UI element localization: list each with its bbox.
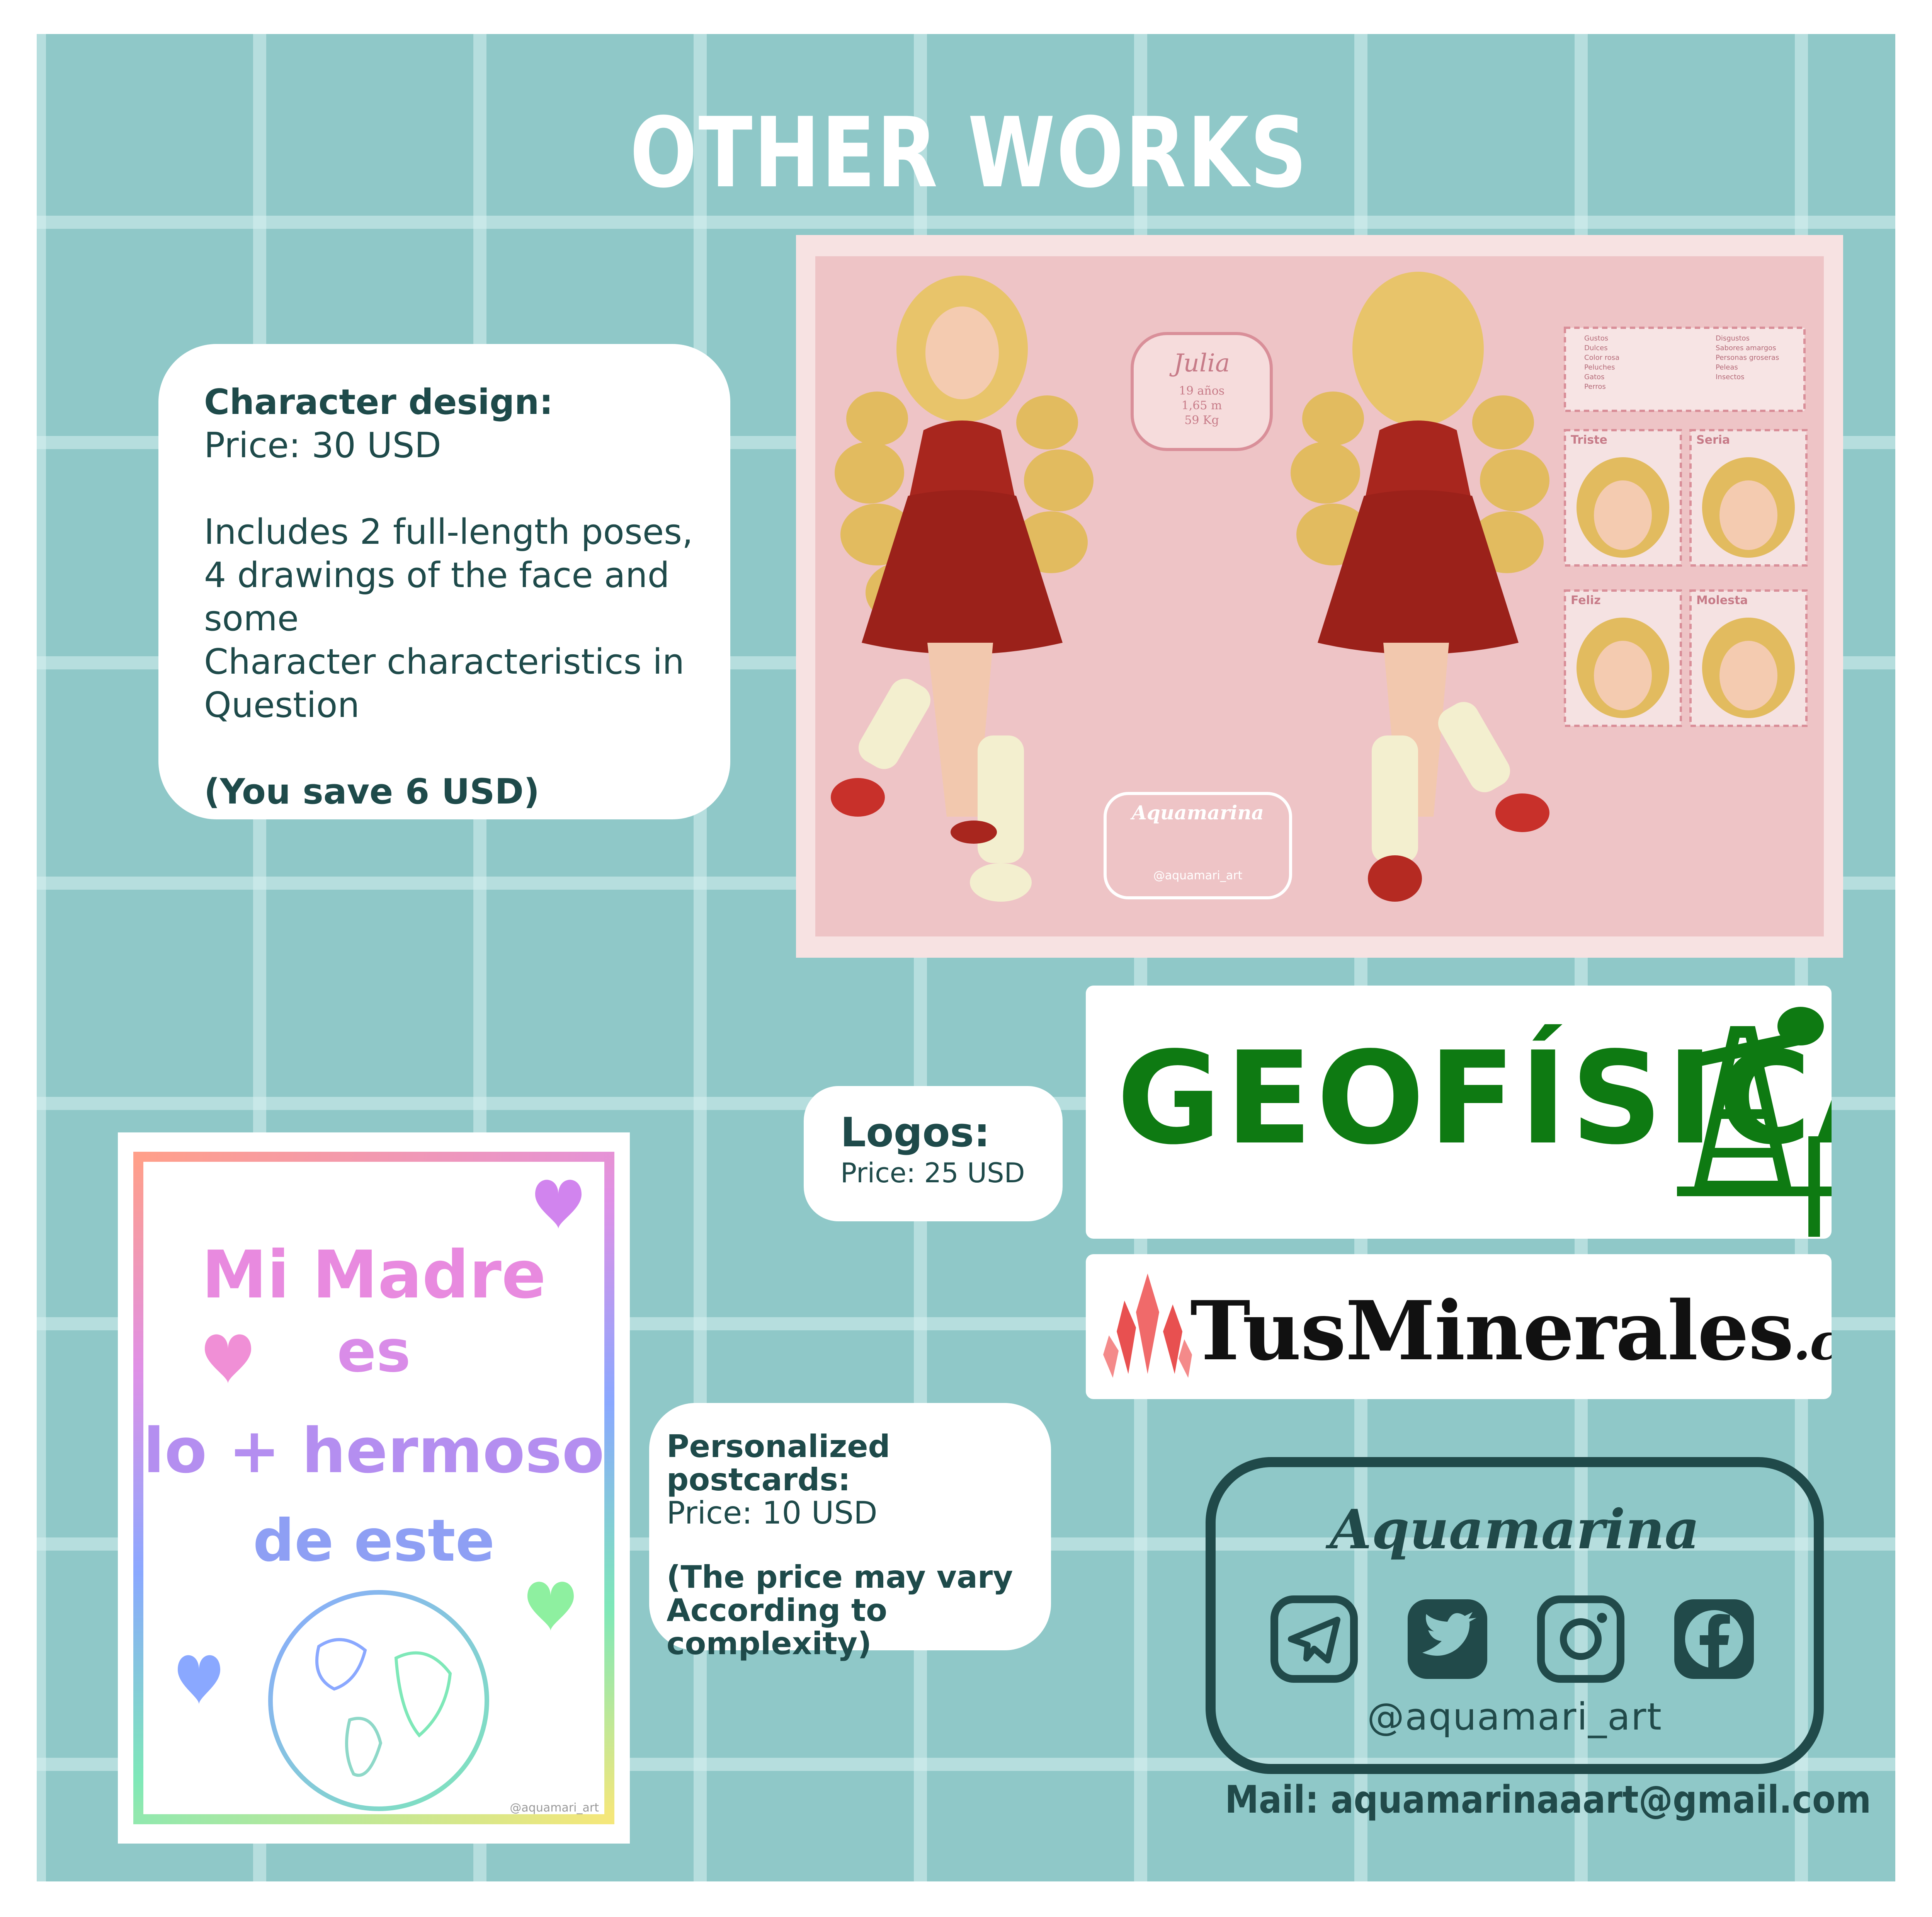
facebook-icon[interactable] xyxy=(1670,1595,1759,1684)
twitter-icon[interactable] xyxy=(1403,1595,1492,1684)
character-name: Julia xyxy=(1173,349,1230,378)
character-sheet-image: Julia 19 años 1,65 m 59 Kg Gustos Dulces… xyxy=(796,235,1843,958)
oil-pump-icon xyxy=(1677,1007,1832,1237)
dislike-item: Personas groseras xyxy=(1716,354,1779,362)
character-design-desc-4: Question xyxy=(204,685,360,725)
expression-thumbnails xyxy=(1564,429,1808,727)
postcards-heading: Personalized postcards: xyxy=(667,1428,890,1498)
character-sheet-canvas: Julia 19 años 1,65 m 59 Kg Gustos Dulces… xyxy=(815,256,1824,936)
postcards-note-1: (The price may vary xyxy=(667,1559,1013,1595)
character-age: 19 años xyxy=(1179,384,1225,398)
character-illustration xyxy=(831,272,1808,902)
social-brand: Aquamarina xyxy=(1330,1498,1700,1561)
dislike-item: Sabores amargos xyxy=(1716,344,1776,352)
character-design-heading: Character design: xyxy=(204,382,553,422)
dislikes-list: Disgustos Sabores amargos Personas grose… xyxy=(1716,334,1779,382)
like-item: Gatos xyxy=(1584,373,1605,381)
back-figure xyxy=(1291,272,1549,902)
sheet-watermark-brand: Aquamarina xyxy=(1132,801,1264,824)
like-item: Perros xyxy=(1584,383,1606,391)
sheet-watermark-handle: @aquamari_art xyxy=(1153,869,1243,882)
like-item: Dulces xyxy=(1584,344,1608,352)
heart-icon xyxy=(535,1180,582,1229)
expression-label: Molesta xyxy=(1696,594,1748,607)
postcard-image: Mi Madre es lo + hermoso de este @aquama… xyxy=(118,1132,630,1844)
crystal-icon xyxy=(1103,1273,1192,1378)
likes-title: Gustos xyxy=(1584,334,1609,342)
dislikes-title: Disgustos xyxy=(1716,334,1750,342)
telegram-icon[interactable] xyxy=(1270,1595,1359,1684)
postcards-card: Personalized postcards: Price: 10 USD (T… xyxy=(649,1403,1051,1660)
expression-label: Feliz xyxy=(1571,594,1601,607)
like-item: Color rosa xyxy=(1584,354,1620,362)
tusminerales-main: TusMinerales xyxy=(1190,1283,1794,1379)
character-design-savings: (You save 6 USD) xyxy=(204,771,540,812)
logos-card: Logos: Price: 25 USD xyxy=(804,1086,1063,1221)
social-links-box: Aquamarina @aquamari_art xyxy=(1206,1457,1824,1774)
character-design-desc-1: Includes 2 full-length poses, xyxy=(204,512,693,552)
tusminerales-logo-text: TusMinerales.com xyxy=(1190,1283,1832,1379)
character-design-desc-3: Character characteristics in xyxy=(204,642,685,682)
character-design-desc-2: 4 drawings of the face and some xyxy=(204,555,670,639)
tusminerales-suffix: .com xyxy=(1793,1312,1832,1371)
heart-icon xyxy=(527,1582,574,1631)
geofisica-logo: GEOFÍSICA xyxy=(1086,986,1832,1239)
like-item: Peluches xyxy=(1584,363,1615,371)
dislike-item: Insectos xyxy=(1716,373,1745,381)
expression-label: Seria xyxy=(1696,433,1730,447)
character-weight: 59 Kg xyxy=(1184,414,1219,427)
globe-icon xyxy=(268,1590,489,1811)
character-design-price: Price: 30 USD xyxy=(204,425,441,466)
postcards-note-2: According to complexity) xyxy=(667,1592,888,1662)
dislike-item: Peleas xyxy=(1716,363,1738,371)
postcards-price: Price: 10 USD xyxy=(667,1495,878,1531)
postcard-watermark: @aquamari_art xyxy=(510,1801,599,1815)
logos-heading: Logos: xyxy=(840,1109,990,1156)
page-title: OTHER WORKS xyxy=(630,97,1308,209)
expression-label: Triste xyxy=(1571,433,1607,447)
postcard-decorations xyxy=(178,1180,582,1811)
instagram-icon[interactable] xyxy=(1536,1595,1625,1684)
heart-icon xyxy=(178,1655,220,1704)
contact-email[interactable]: Mail: aquamarinaaart@gmail.com xyxy=(1225,1778,1871,1822)
front-figure xyxy=(831,276,1094,902)
heart-icon xyxy=(205,1334,251,1384)
character-stats: 19 años 1,65 m 59 Kg xyxy=(1132,384,1271,428)
tusminerales-logo: TusMinerales.com xyxy=(1086,1254,1832,1399)
logos-price: Price: 25 USD xyxy=(840,1157,1025,1189)
character-height: 1,65 m xyxy=(1181,399,1222,412)
character-design-card: Character design: Price: 30 USD Includes… xyxy=(158,344,730,819)
likes-list: Gustos Dulces Color rosa Peluches Gatos … xyxy=(1584,334,1619,392)
social-handle: @aquamari_art xyxy=(1367,1695,1662,1738)
